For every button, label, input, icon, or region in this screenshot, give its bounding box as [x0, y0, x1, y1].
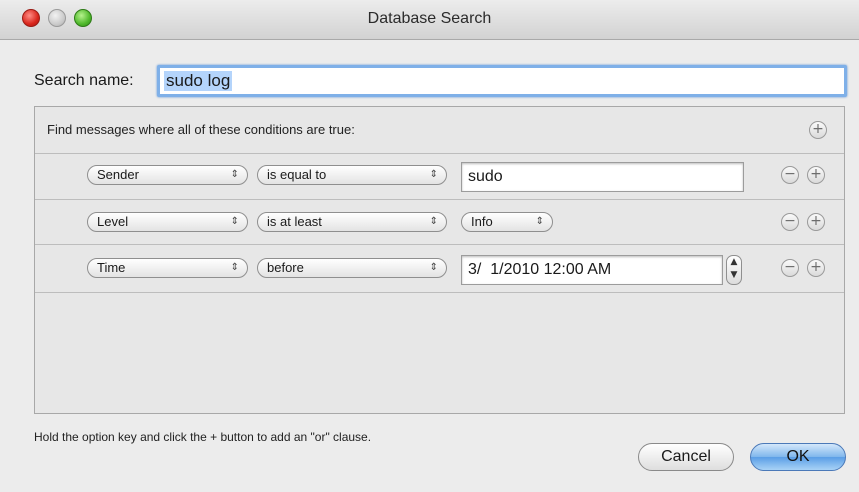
operator-popup-label: before: [267, 260, 304, 275]
operator-popup-time[interactable]: before ⇕: [257, 258, 447, 278]
search-name-label: Search name:: [34, 72, 134, 89]
row-divider: [35, 292, 844, 293]
remove-icon: −: [784, 213, 796, 229]
remove-criterion-button[interactable]: −: [781, 259, 799, 277]
remove-criterion-button[interactable]: −: [781, 166, 799, 184]
add-criterion-button[interactable]: +: [809, 121, 827, 139]
criteria-header: Find messages where all of these conditi…: [47, 122, 355, 137]
add-criterion-button[interactable]: +: [807, 259, 825, 277]
row-divider: [35, 199, 844, 200]
field-popup-label: Time: [97, 260, 126, 275]
date-stepper[interactable]: ▲ ▼: [726, 255, 742, 285]
search-name-input[interactable]: sudo log: [157, 65, 847, 97]
remove-criterion-button[interactable]: −: [781, 213, 799, 231]
sender-value-input[interactable]: sudo: [461, 162, 744, 192]
title-bar: Database Search: [0, 0, 859, 40]
window-title: Database Search: [367, 10, 492, 27]
add-criterion-button[interactable]: +: [807, 213, 825, 231]
cancel-button[interactable]: Cancel: [638, 443, 734, 471]
field-popup-level[interactable]: Level ⇕: [87, 212, 248, 232]
popup-arrows-icon: ⇕: [429, 262, 438, 273]
operator-popup-sender[interactable]: is equal to ⇕: [257, 165, 447, 185]
ok-button[interactable]: OK: [750, 443, 846, 471]
field-popup-label: Sender: [97, 167, 139, 182]
level-value-popup[interactable]: Info ⇕: [461, 212, 553, 232]
stepper-up-icon[interactable]: ▲: [727, 256, 741, 269]
sender-value: sudo: [468, 168, 503, 185]
operator-popup-level[interactable]: is at least ⇕: [257, 212, 447, 232]
add-criterion-button[interactable]: +: [807, 166, 825, 184]
or-clause-hint: Hold the option key and click the + butt…: [34, 430, 372, 444]
popup-arrows-icon: ⇕: [230, 262, 239, 273]
field-popup-label: Level: [97, 214, 129, 229]
popup-arrows-icon: ⇕: [429, 169, 438, 180]
add-icon: +: [810, 213, 822, 229]
add-icon: +: [812, 121, 824, 137]
remove-icon: −: [784, 259, 796, 275]
add-icon: +: [810, 166, 822, 182]
operator-popup-label: is equal to: [267, 167, 327, 182]
popup-arrows-icon: ⇕: [230, 169, 239, 180]
stepper-down-icon[interactable]: ▼: [727, 269, 741, 282]
search-name-value: sudo log: [164, 71, 233, 91]
field-popup-sender[interactable]: Sender ⇕: [87, 165, 248, 185]
popup-arrows-icon: ⇕: [535, 216, 544, 227]
date-time-input[interactable]: 3/ 1/2010 12:00 AM: [461, 255, 723, 285]
popup-arrows-icon: ⇕: [429, 216, 438, 227]
criteria-box: Find messages where all of these conditi…: [34, 106, 845, 414]
popup-arrows-icon: ⇕: [230, 216, 239, 227]
database-search-window: Database Search Search name: sudo log Fi…: [0, 0, 859, 492]
level-value: Info: [471, 214, 493, 229]
remove-icon: −: [784, 166, 796, 182]
field-popup-time[interactable]: Time ⇕: [87, 258, 248, 278]
operator-popup-label: is at least: [267, 214, 322, 229]
date-time-value: 3/ 1/2010 12:00 AM: [468, 261, 612, 278]
row-divider: [35, 153, 844, 154]
row-divider: [35, 244, 844, 245]
add-icon: +: [810, 259, 822, 275]
